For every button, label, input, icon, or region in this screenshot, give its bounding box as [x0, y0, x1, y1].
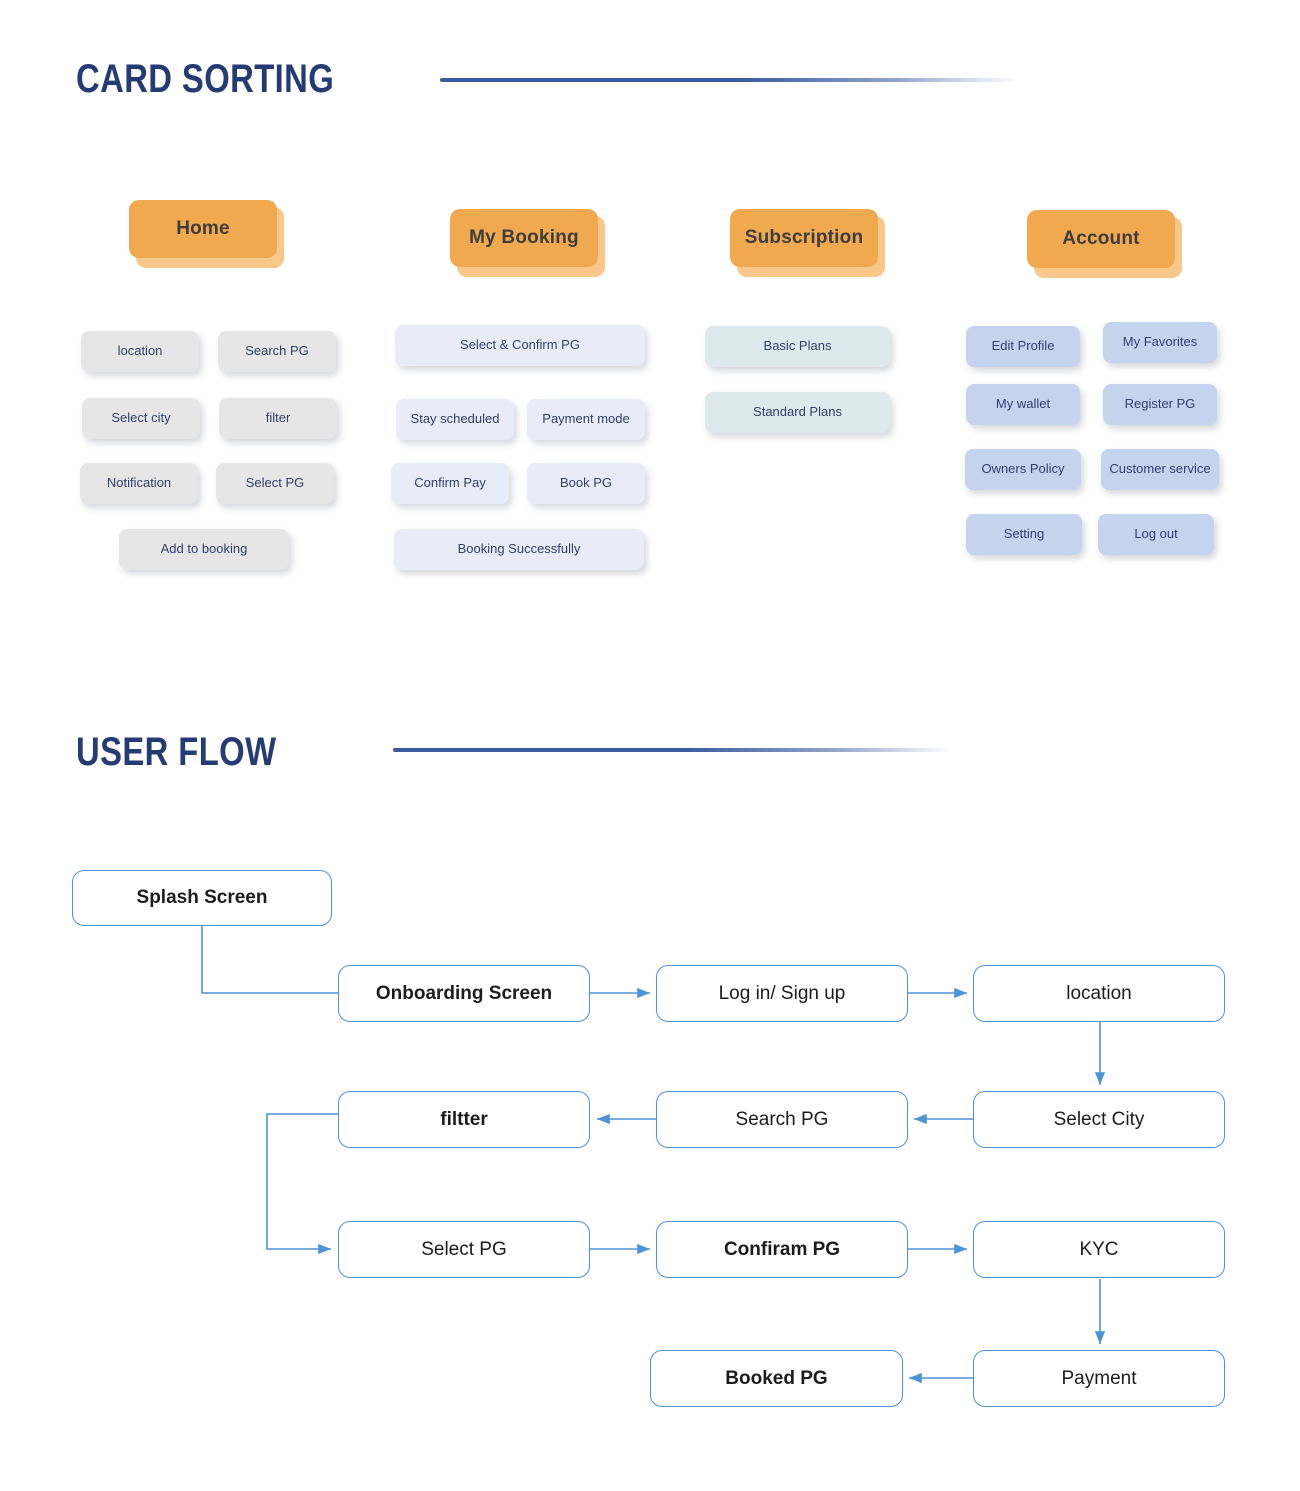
column-header-account[interactable]: Account — [1027, 210, 1175, 268]
column-header-my-booking[interactable]: My Booking — [450, 209, 598, 267]
user-flow-title-rule — [393, 748, 953, 752]
flow-node-search-pg[interactable]: Search PG — [656, 1091, 908, 1148]
flow-node-kyc[interactable]: KYC — [973, 1221, 1225, 1278]
flow-node-confirm-pg[interactable]: Confiram PG — [656, 1221, 908, 1278]
column-header-subscription[interactable]: Subscription — [730, 209, 878, 267]
flow-node-login-signup[interactable]: Log in/ Sign up — [656, 965, 908, 1022]
flow-node-select-pg[interactable]: Select PG — [338, 1221, 590, 1278]
flow-node-booked-pg[interactable]: Booked PG — [650, 1350, 903, 1407]
column-header-home[interactable]: Home — [129, 200, 277, 258]
flow-node-location[interactable]: location — [973, 965, 1225, 1022]
flow-node-select-city[interactable]: Select City — [973, 1091, 1225, 1148]
flow-node-filter[interactable]: filtter — [338, 1091, 590, 1148]
flow-node-onboarding-screen[interactable]: Onboarding Screen — [338, 965, 590, 1022]
flow-node-splash-screen[interactable]: Splash Screen — [72, 870, 332, 926]
user-flow-title: USER FLOW — [76, 730, 277, 774]
flow-node-payment[interactable]: Payment — [973, 1350, 1225, 1407]
